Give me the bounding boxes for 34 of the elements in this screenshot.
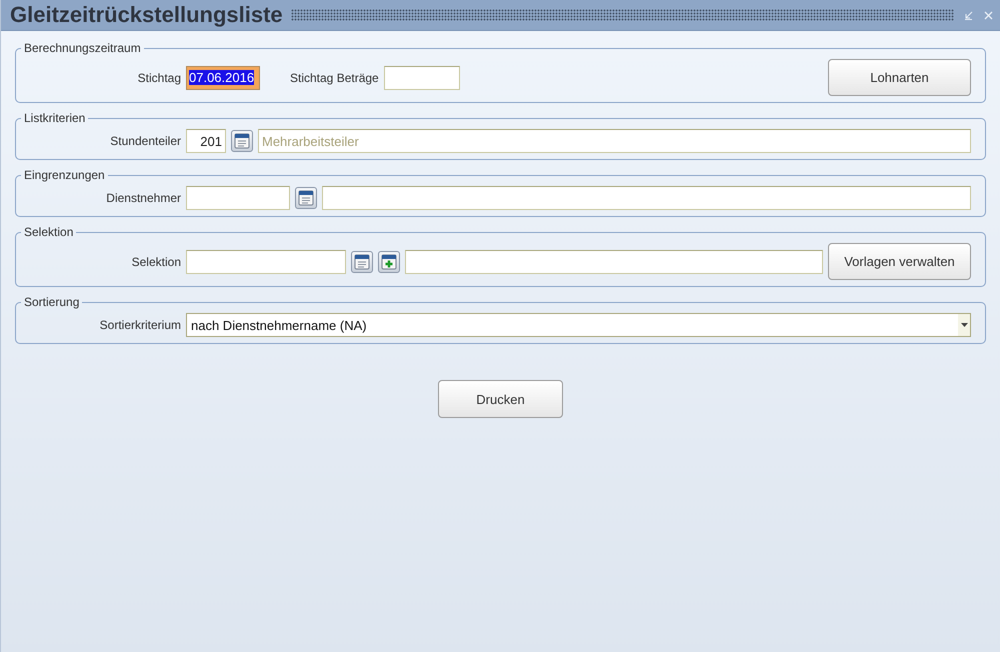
input-field[interactable] xyxy=(186,186,290,210)
group-title: Berechnungszeitraum xyxy=(23,41,142,55)
input-field[interactable] xyxy=(405,250,823,274)
field-label: Stichtag xyxy=(136,70,181,84)
caret-icon xyxy=(960,323,968,327)
field-label: Dienstnehmer xyxy=(105,191,181,205)
add-icon xyxy=(381,254,397,270)
field-label: Stichtag Beträge xyxy=(290,70,379,84)
input-field[interactable] xyxy=(322,186,971,210)
input-field[interactable] xyxy=(384,66,460,90)
field-label: Selektion xyxy=(130,254,181,268)
action-button[interactable]: Lohnarten xyxy=(828,59,971,96)
input-field[interactable]: 07.06.2016 xyxy=(186,66,260,90)
print-button[interactable]: Drucken xyxy=(438,380,563,418)
field-label: Sortierkriterium xyxy=(98,318,181,332)
group-title: Eingrenzungen xyxy=(23,168,106,182)
dropdown[interactable]: nach Dienstnehmername (NA) xyxy=(186,313,971,337)
input-field[interactable]: 201 xyxy=(186,129,226,153)
group-title: Sortierung xyxy=(23,295,80,309)
add-button[interactable] xyxy=(378,250,400,272)
lookup-button[interactable] xyxy=(231,130,253,152)
group-title: Selektion xyxy=(23,225,74,239)
lookup-button[interactable] xyxy=(295,187,317,209)
window-title: Gleitzeitrückstellungsliste xyxy=(10,2,283,28)
list-icon xyxy=(298,190,314,206)
action-button[interactable]: Vorlagen verwalten xyxy=(828,243,971,280)
lookup-button[interactable] xyxy=(351,250,373,272)
list-icon xyxy=(234,133,250,149)
input-field[interactable] xyxy=(186,250,346,274)
arrow-icon xyxy=(964,10,972,20)
list-icon xyxy=(354,254,370,270)
field-label: Stundenteiler xyxy=(109,134,181,148)
group-title: Listkriterien xyxy=(23,111,86,125)
close-icon xyxy=(984,10,992,20)
